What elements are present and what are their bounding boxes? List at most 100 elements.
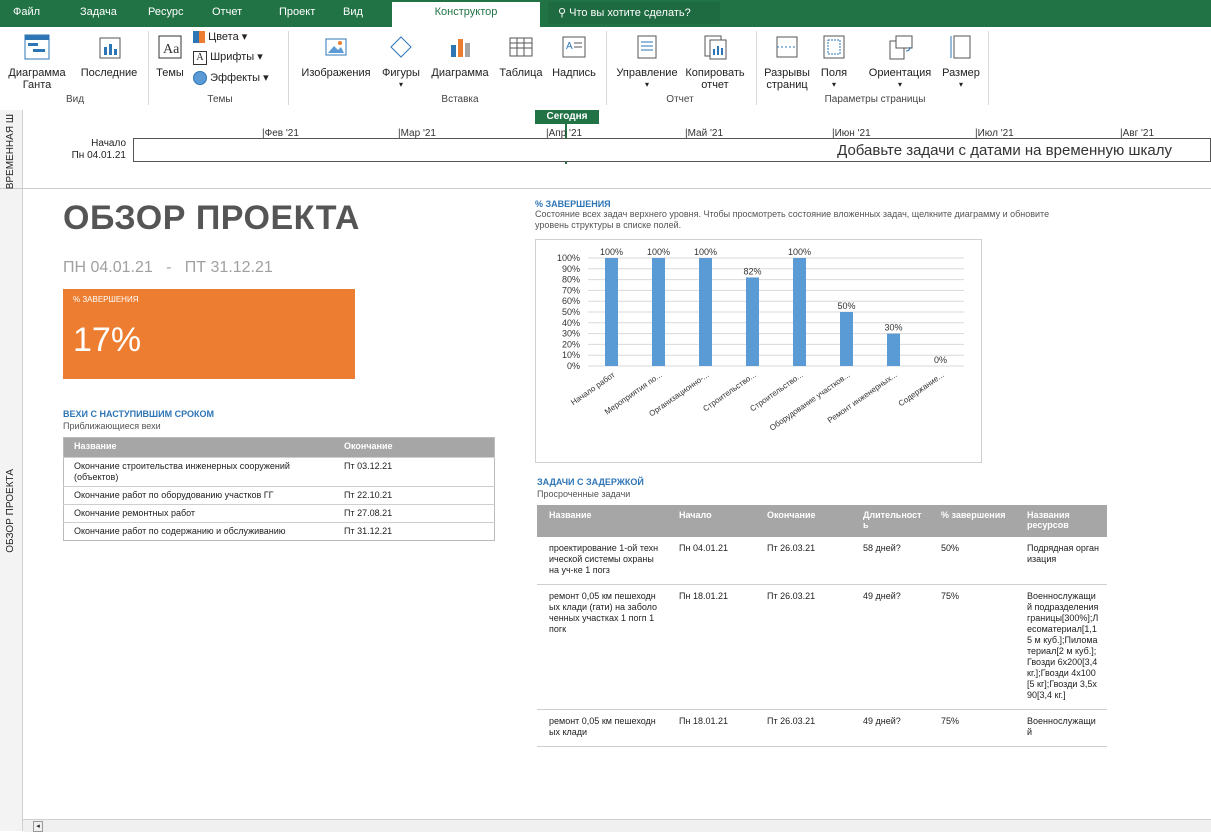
- tab-project[interactable]: Проект: [279, 6, 315, 18]
- late-task-finish: Пт 26.03.21: [767, 591, 816, 601]
- late-col-name: Название: [537, 505, 671, 537]
- tab-resource[interactable]: Ресурс: [148, 6, 183, 18]
- milestone-row[interactable]: Окончание работ по содержанию и обслужив…: [63, 522, 495, 541]
- horizontal-scrollbar[interactable]: ◂: [23, 819, 1211, 832]
- chart-y-tick-label: 20%: [562, 339, 580, 349]
- chart-y-tick-label: 30%: [562, 329, 580, 339]
- late-task-row[interactable]: ремонт 0,05 км пешеходных клади (гати) н…: [537, 585, 1107, 710]
- table-button[interactable]: Таблица: [496, 33, 546, 79]
- milestone-row[interactable]: Окончание ремонтных работ Пт 27.08.21: [63, 504, 495, 523]
- milestone-name: Окончание строительства инженерных соору…: [74, 461, 290, 482]
- tab-task[interactable]: Задача: [80, 6, 117, 18]
- textbox-button[interactable]: A Надпись: [548, 33, 600, 79]
- manage-button[interactable]: Управление ▾: [612, 33, 682, 91]
- late-task-row[interactable]: проектирование 1-ой технической системы …: [537, 537, 1107, 585]
- milestone-finish: Пт 03.12.21: [344, 461, 393, 471]
- report-side-tab[interactable]: ОБЗОР ПРОЕКТА: [0, 189, 23, 831]
- chart-y-tick-label: 40%: [562, 318, 580, 328]
- milestone-row[interactable]: Окончание работ по оборудованию участков…: [63, 486, 495, 505]
- chart-button[interactable]: Диаграмма: [426, 33, 494, 79]
- lightbulb-icon: ⚲: [558, 7, 567, 19]
- late-task-resources: Подрядная организация: [1027, 543, 1099, 564]
- themes-button[interactable]: Aa Темы: [153, 33, 187, 79]
- milestones-subtitle: Приближающиеся вехи: [63, 421, 161, 431]
- fonts-icon: A: [193, 51, 207, 65]
- images-button[interactable]: Изображения: [296, 33, 376, 79]
- chart-icon: [451, 39, 470, 57]
- today-marker: Сегодня: [535, 110, 599, 124]
- gantt-chart-button[interactable]: Диаграмма Ганта: [2, 33, 72, 91]
- margins-icon: [823, 35, 845, 59]
- chart-y-tick-label: 0%: [567, 361, 580, 371]
- group-themes-label: Темы: [207, 94, 233, 105]
- timeline-bar[interactable]: Добавьте задачи с датами на временную шк…: [133, 138, 1211, 162]
- report-side-label: ОБЗОР ПРОЕКТА: [5, 469, 16, 553]
- scroll-left-icon[interactable]: ◂: [33, 821, 43, 832]
- recent-button[interactable]: Последние: [75, 33, 143, 79]
- late-task-row[interactable]: ремонт 0,05 км пешеходных клади Пн 18.01.…: [537, 710, 1107, 747]
- chart-y-tick-label: 50%: [562, 307, 580, 317]
- percent-complete-tile: % ЗАВЕРШЕНИЯ 17%: [63, 289, 355, 379]
- tab-file[interactable]: Файл: [13, 6, 40, 18]
- page-title: ОБЗОР ПРОЕКТА: [63, 199, 360, 237]
- chart-value-label: 100%: [788, 247, 811, 257]
- copy-report-label: Копировать отчет: [685, 67, 745, 91]
- tab-design[interactable]: Конструктор: [392, 2, 540, 27]
- textbox-label: Надпись: [552, 67, 596, 79]
- milestone-name: Окончание работ по содержанию и обслужив…: [74, 526, 286, 536]
- ribbon: Диаграмма Ганта Последние Вид Aa Темы Цв…: [0, 27, 1211, 111]
- gantt-chart-label: Диаграмма Ганта: [8, 67, 66, 91]
- page-breaks-button[interactable]: Разрывы страниц: [762, 33, 812, 91]
- page-size-icon: [950, 35, 971, 59]
- recent-views-icon: [99, 37, 121, 59]
- size-button[interactable]: Размер ▾: [938, 33, 984, 91]
- milestones-table[interactable]: Название Окончание Окончание строительст…: [63, 437, 495, 541]
- late-task-percent: 75%: [941, 591, 960, 601]
- fonts-button[interactable]: A Шрифты ▾: [193, 51, 283, 65]
- report-canvas: ОБЗОР ПРОЕКТА ПН 04.01.21 - ПТ 31.12.21 …: [23, 189, 1211, 819]
- size-label: Размер: [942, 67, 980, 79]
- chart-y-tick-label: 10%: [562, 350, 580, 360]
- late-task-finish: Пт 26.03.21: [767, 716, 816, 726]
- effects-button[interactable]: Эффекты ▾: [193, 71, 283, 85]
- late-task-percent: 75%: [941, 716, 960, 726]
- chart-y-tick-label: 80%: [562, 275, 580, 285]
- page-breaks-icon: [776, 36, 798, 58]
- colors-button[interactable]: Цвета ▾: [193, 31, 283, 44]
- late-col-finish: Окончание: [759, 505, 855, 537]
- group-insert-label: Вставка: [441, 94, 479, 105]
- chart-bar: [605, 258, 618, 366]
- tell-me-box[interactable]: ⚲ Что вы хотите сделать?: [548, 2, 720, 24]
- table-label: Таблица: [499, 67, 543, 79]
- chart-value-label: 82%: [743, 266, 761, 276]
- timeline[interactable]: ВРЕМЕННАЯ Ш Сегодня |Фев '21 |Мар '21 |А…: [0, 110, 1211, 189]
- timeline-start-label: Начало: [91, 138, 126, 149]
- copy-report-button[interactable]: Копировать отчет: [684, 33, 746, 91]
- image-icon: [325, 38, 347, 56]
- shapes-button[interactable]: Фигуры ▾: [378, 33, 424, 91]
- percent-complete-value: 17%: [73, 321, 142, 359]
- milestone-finish: Пт 22.10.21: [344, 490, 393, 500]
- timeline-side-tab[interactable]: ВРЕМЕННАЯ Ш: [0, 110, 23, 189]
- chart-y-tick-label: 100%: [557, 253, 580, 263]
- late-task-start: Пн 18.01.21: [679, 716, 728, 726]
- late-col-start: Начало: [671, 505, 759, 537]
- orientation-button[interactable]: Ориентация ▾: [862, 33, 938, 91]
- milestone-row[interactable]: Окончание строительства инженерных соору…: [63, 457, 495, 487]
- tab-report[interactable]: Отчет: [212, 6, 242, 18]
- effects-label: Эффекты: [210, 71, 261, 84]
- late-task-duration: 49 дней?: [863, 591, 901, 601]
- milestone-name: Окончание ремонтных работ: [74, 508, 196, 518]
- late-tasks-table[interactable]: Название Начало Окончание Длительность %…: [537, 505, 1107, 747]
- margins-button[interactable]: Поля ▾: [814, 33, 854, 91]
- late-task-resources: Военнослужащий: [1027, 716, 1096, 737]
- chart-bar: [652, 258, 665, 366]
- tab-view[interactable]: Вид: [343, 6, 363, 18]
- chart-category-label: Содержание...: [897, 370, 946, 408]
- shapes-icon: [390, 36, 412, 58]
- themes-icon: Aa: [158, 35, 182, 59]
- separator: [988, 31, 989, 105]
- chart-y-tick-label: 70%: [562, 285, 580, 295]
- completion-chart[interactable]: 0% 10% 20% 30% 40% 50% 60% 70% 80% 90% 100% 100% Нач…: [535, 239, 982, 463]
- late-task-finish: Пт 26.03.21: [767, 543, 816, 553]
